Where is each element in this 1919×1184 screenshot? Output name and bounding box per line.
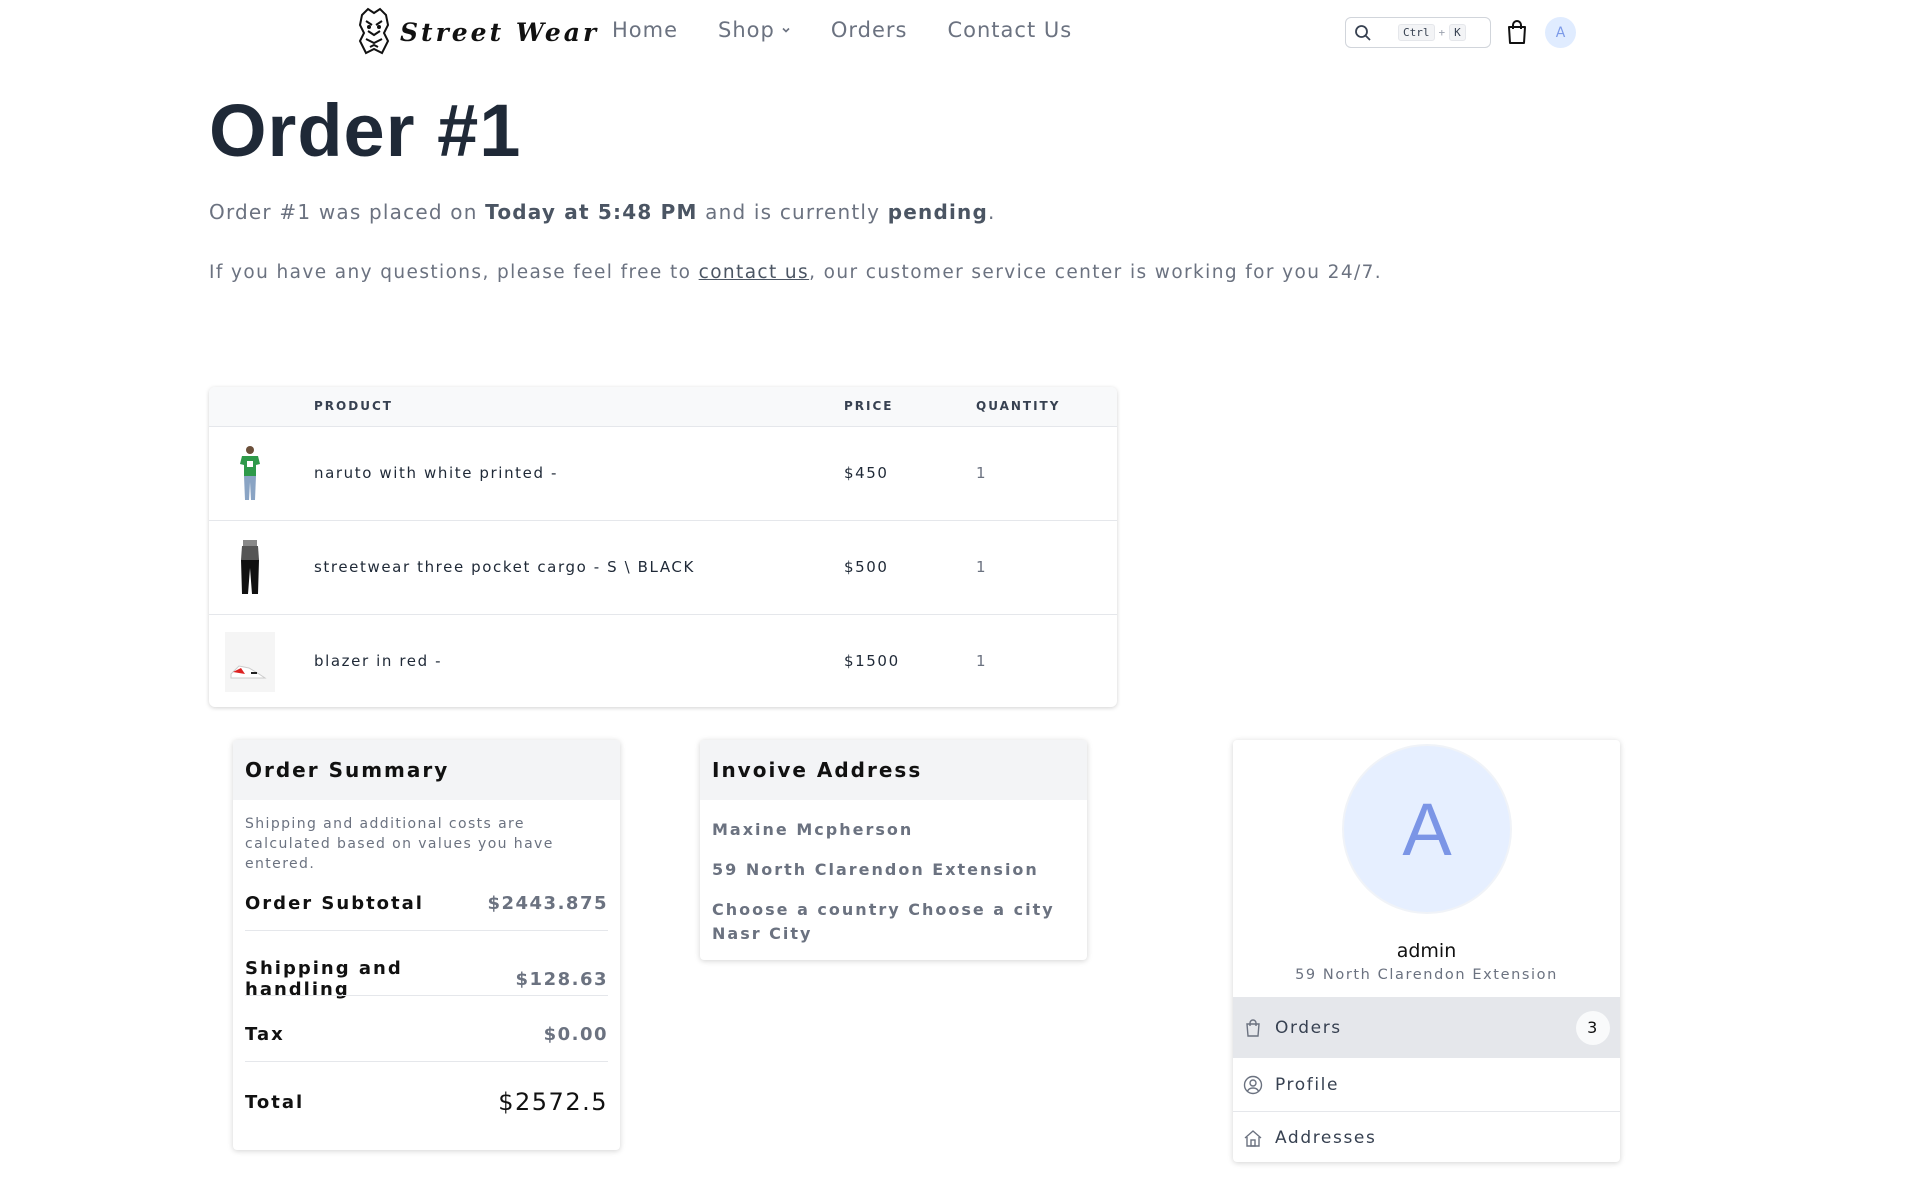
cargo-pants-model-image xyxy=(241,540,259,594)
summary-note: Shipping and additional costs are calcul… xyxy=(245,816,554,872)
user-circle-icon xyxy=(1243,1075,1263,1094)
sneaker-image xyxy=(225,632,275,692)
product-name[interactable]: blazer in red - xyxy=(314,652,442,670)
order-status-text: Order #1 was placed on Today at 5:48 PM … xyxy=(209,200,996,224)
placed-date: Today at 5:48 PM xyxy=(485,200,698,224)
profile-address: 59 North Clarendon Extension xyxy=(1295,967,1558,983)
help-prefix: If you have any questions, please feel f… xyxy=(209,262,699,283)
sidebar-item-profile[interactable]: Profile xyxy=(1233,1057,1620,1111)
col-product: PRODUCT xyxy=(314,399,393,413)
divider xyxy=(245,1061,608,1062)
subtotal-value: $2443.875 xyxy=(487,893,608,914)
invoice-address-title: Invoive Address xyxy=(700,740,1087,800)
tax-label: Tax xyxy=(245,1024,285,1045)
nav-shop[interactable]: Shop xyxy=(718,18,791,42)
shipping-label: Shipping and handling xyxy=(245,958,403,1000)
search-shortcut: Ctrl + K xyxy=(1398,24,1466,41)
help-suffix: , our customer service center is working… xyxy=(809,262,1383,283)
order-items-table: PRODUCT PRICE QUANTITY naruto with white… xyxy=(209,387,1117,707)
table-row: streetwear three pocket cargo - S \ BLAC… xyxy=(209,520,1117,614)
invoice-city: Choose a country Choose a city Nasr City xyxy=(712,900,1055,943)
product-price: $1500 xyxy=(844,652,900,670)
nav-contact-us[interactable]: Contact Us xyxy=(947,18,1072,42)
sidebar-item-label: Orders xyxy=(1275,1017,1342,1038)
main-nav: Home Shop Orders Contact Us xyxy=(612,18,1072,42)
sidebar-item-label: Addresses xyxy=(1275,1127,1377,1148)
order-summary-title: Order Summary xyxy=(233,740,620,800)
site-header: Street Wear Home Shop Orders Contact Us … xyxy=(0,0,1919,64)
product-name[interactable]: naruto with white printed - xyxy=(314,464,558,482)
placed-end: . xyxy=(988,200,996,224)
contact-us-link[interactable]: contact us xyxy=(699,262,809,283)
sidebar-item-label: Profile xyxy=(1275,1074,1340,1095)
chevron-down-icon xyxy=(782,27,790,33)
shipping-row: Shipping and handling $128.63 xyxy=(245,958,608,1000)
nav-shop-label: Shop xyxy=(718,18,775,42)
shipping-value: $128.63 xyxy=(515,968,608,990)
kbd-ctrl: Ctrl xyxy=(1398,24,1435,41)
product-quantity: 1 xyxy=(976,652,988,670)
placed-mid: and is currently xyxy=(697,200,888,224)
nav-home[interactable]: Home xyxy=(612,18,678,42)
invoice-street: 59 North Clarendon Extension xyxy=(712,860,1039,879)
tax-value: $0.00 xyxy=(543,1024,608,1045)
total-row: Total $2572.5 xyxy=(245,1088,608,1116)
search-button[interactable]: Ctrl + K xyxy=(1345,17,1491,48)
page-title: Order #1 xyxy=(209,89,522,172)
profile-name: admin xyxy=(1396,940,1457,962)
total-value: $2572.5 xyxy=(498,1088,608,1116)
shopping-bag-icon xyxy=(1246,1018,1260,1037)
profile-card: A admin 59 North Clarendon Extension Ord… xyxy=(1233,740,1620,1162)
sidebar-item-addresses[interactable]: Addresses xyxy=(1233,1111,1620,1162)
total-label: Total xyxy=(245,1091,305,1113)
product-price: $500 xyxy=(844,558,889,576)
brand-logo[interactable]: Street Wear xyxy=(354,6,599,58)
tiger-logo-icon xyxy=(358,7,390,55)
profile-avatar: A xyxy=(1342,744,1512,914)
col-quantity: QUANTITY xyxy=(976,399,1061,413)
product-quantity: 1 xyxy=(976,464,988,482)
product-thumbnail[interactable] xyxy=(225,538,275,598)
order-status: pending xyxy=(887,200,989,224)
shopping-bag-icon[interactable] xyxy=(1505,19,1529,45)
kbd-plus: + xyxy=(1438,26,1446,39)
search-icon xyxy=(1355,24,1371,41)
col-price: PRICE xyxy=(844,399,894,413)
subtotal-label: Order Subtotal xyxy=(245,893,424,914)
table-row: naruto with white printed - $450 1 xyxy=(209,426,1117,520)
product-quantity: 1 xyxy=(976,558,988,576)
placed-prefix: Order #1 was placed on xyxy=(209,200,486,224)
product-price: $450 xyxy=(844,464,889,482)
divider xyxy=(245,930,608,931)
nav-orders[interactable]: Orders xyxy=(831,18,908,42)
orders-count-badge: 3 xyxy=(1576,1010,1610,1045)
tax-row: Tax $0.00 xyxy=(245,1024,608,1045)
product-thumbnail[interactable] xyxy=(225,632,275,692)
table-header: PRODUCT PRICE QUANTITY xyxy=(209,387,1117,426)
invoice-address-card: Invoive Address Maxine Mcpherson 59 Nort… xyxy=(700,740,1087,960)
order-summary-card: Order Summary Shipping and additional co… xyxy=(233,740,620,1150)
tshirt-model-image xyxy=(240,446,260,500)
subtotal-row: Order Subtotal $2443.875 xyxy=(245,893,608,914)
user-avatar[interactable]: A xyxy=(1545,17,1576,48)
kbd-k: K xyxy=(1449,24,1466,41)
table-row: blazer in red - $1500 1 xyxy=(209,614,1117,707)
product-thumbnail[interactable] xyxy=(225,444,275,504)
help-text: If you have any questions, please feel f… xyxy=(209,262,1382,283)
invoice-name: Maxine Mcpherson xyxy=(712,820,914,839)
divider xyxy=(245,995,608,996)
sidebar-item-orders[interactable]: Orders 3 xyxy=(1233,997,1620,1057)
brand-name: Street Wear xyxy=(400,17,600,47)
home-icon xyxy=(1244,1129,1262,1147)
product-name[interactable]: streetwear three pocket cargo - S \ BLAC… xyxy=(314,558,695,576)
